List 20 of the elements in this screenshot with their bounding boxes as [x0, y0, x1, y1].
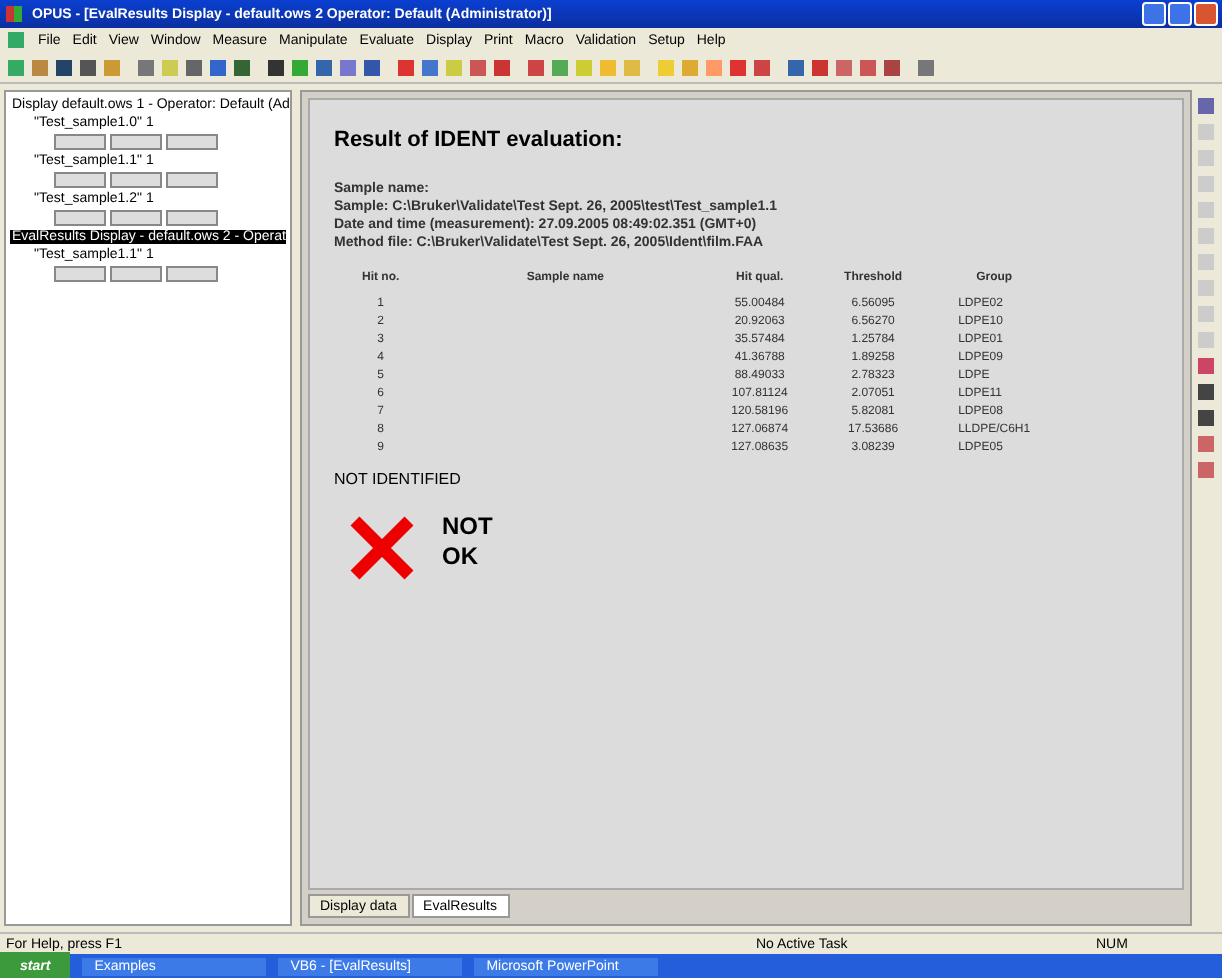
report-title: Result of IDENT evaluation:: [334, 128, 625, 152]
data-block-icon[interactable]: [54, 172, 106, 188]
data-block-icon[interactable]: [166, 210, 218, 226]
data-block-icon[interactable]: [54, 210, 106, 226]
document-icon: [6, 30, 26, 50]
close-button[interactable]: [1194, 2, 1218, 26]
data-block-icon[interactable]: [110, 210, 162, 226]
result-label: NOT OK: [442, 512, 495, 572]
data-block-icon[interactable]: [110, 134, 162, 150]
data-block-icon[interactable]: [54, 134, 106, 150]
minimize-button[interactable]: [1142, 2, 1166, 26]
data-block-icon[interactable]: [110, 172, 162, 188]
data-block-icon[interactable]: [54, 266, 106, 282]
app-icon: [4, 4, 24, 24]
data-block-icon[interactable]: [166, 134, 218, 150]
data-block-icon[interactable]: [110, 266, 162, 282]
maximize-button[interactable]: [1168, 2, 1192, 26]
data-block-icon[interactable]: [166, 266, 218, 282]
verdict-text: NOT IDENTIFIED: [334, 470, 463, 488]
data-block-icon[interactable]: [166, 172, 218, 188]
